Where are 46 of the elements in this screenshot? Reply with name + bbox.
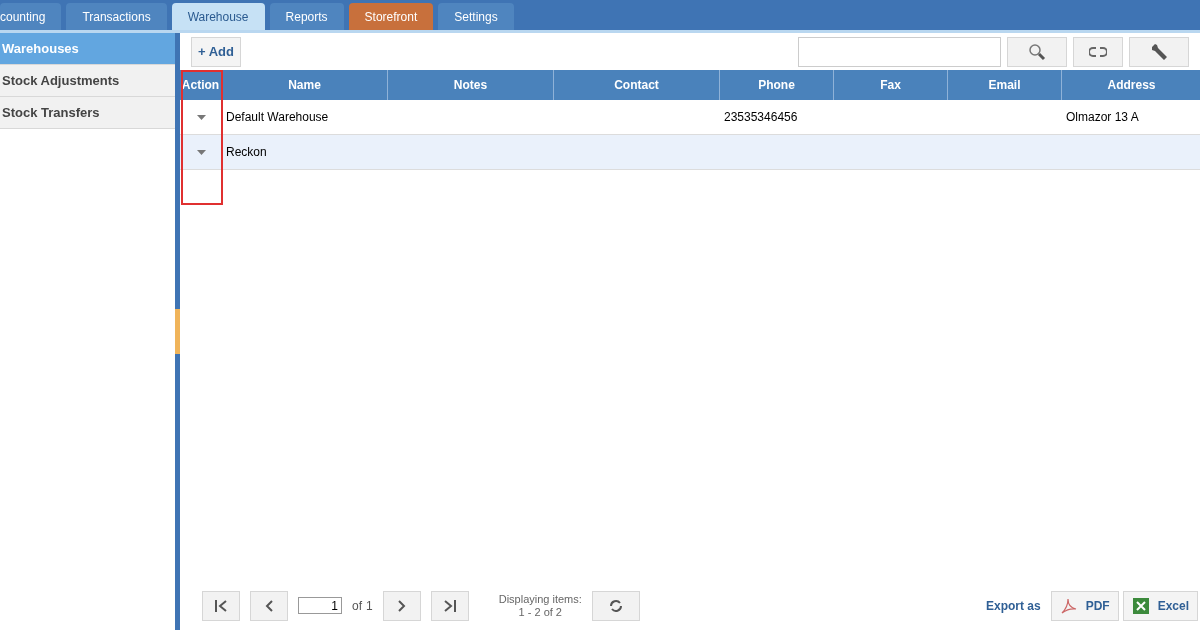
refresh-icon [608,598,623,613]
link-button[interactable] [1073,36,1123,67]
search-field[interactable] [798,36,1001,67]
next-page-button[interactable] [382,590,421,621]
caret-icon[interactable] [196,149,206,155]
table-cell-text: Default Warehouse [226,109,329,126]
first-page-button[interactable] [202,590,240,621]
previous-page-button[interactable] [250,590,288,621]
first-page-icon [214,598,228,613]
table-cell-text: Olmazor 13 A [1066,109,1139,126]
tab[interactable]: Storefront [348,3,434,30]
splitter[interactable] [175,33,180,630]
wrench-icon [1149,41,1169,62]
tab[interactable]: Reports [269,3,344,30]
table-cell-text: Reckon [226,144,267,161]
tab[interactable]: Transactions [66,3,167,30]
page-field[interactable]: 1 [298,597,342,614]
settings-button[interactable] [1129,36,1189,67]
excel-button[interactable]: Excel [1122,590,1198,621]
page-total: 1 [366,597,373,615]
page-of-label: of [352,597,362,615]
pdf-button[interactable]: PDF [1050,590,1119,621]
spreadsheet-icon [1131,596,1150,615]
last-page-button[interactable] [430,590,469,621]
display-status: Displaying items: [498,592,582,606]
search-icon [1028,42,1046,61]
table-row[interactable]: Reckon [180,135,1200,170]
tab[interactable]: counting [0,3,62,30]
chevron-left-icon [265,598,273,613]
pdf-icon [1059,596,1078,615]
refresh-button[interactable] [591,590,640,621]
tab[interactable]: Settings [438,3,514,30]
sidebar-item[interactable]: Stock Adjustments [0,65,175,97]
table-cell-text: 23535346456 [724,109,798,126]
add-button[interactable]: + Add [191,36,241,67]
sidebar-item[interactable]: Warehouses [0,33,175,65]
export-label: Export as [985,597,1041,615]
link-icon [1089,45,1107,58]
splitter-handle[interactable] [175,309,180,354]
last-page-icon [442,598,457,613]
tab[interactable]: Warehouse [171,3,265,30]
search-button[interactable] [1007,36,1067,67]
display-range: 1 - 2 of 2 [518,605,562,619]
sidebar-item[interactable]: Stock Transfers [0,97,175,129]
chevron-right-icon [397,598,406,613]
caret-icon[interactable] [196,114,206,120]
